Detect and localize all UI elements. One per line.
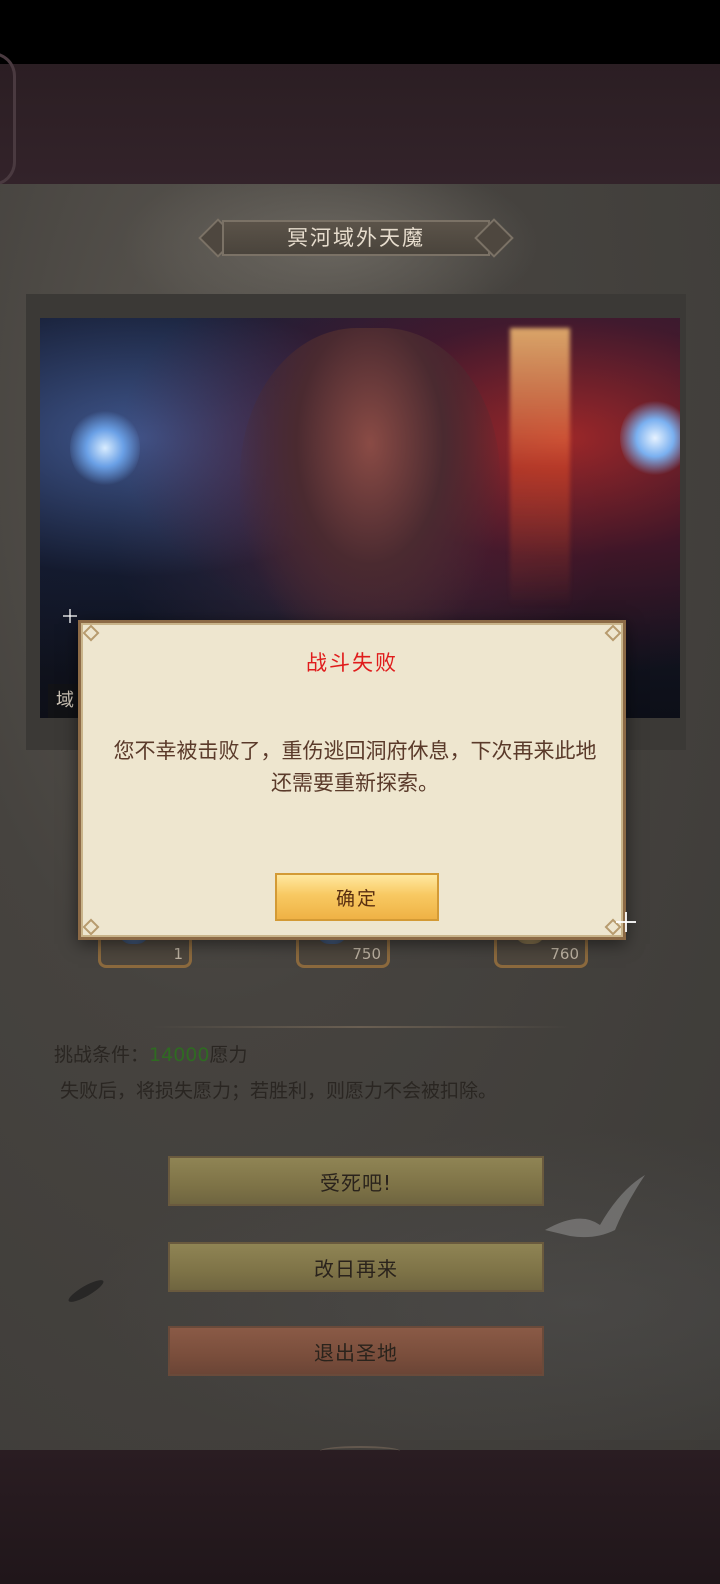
blue-flame-left [70, 408, 140, 488]
left-frame-ornament [0, 52, 16, 186]
blue-flame-right [620, 398, 680, 478]
demon-figure [240, 328, 500, 658]
come-back-later-button[interactable]: 改日再来 [168, 1242, 544, 1292]
top-header-band [0, 64, 720, 184]
red-lightning [510, 328, 570, 608]
reward-qty: 750 [352, 945, 381, 963]
condition-label: 挑战条件： [54, 1044, 150, 1066]
section-divider [150, 1026, 570, 1028]
status-bar-area [0, 0, 720, 64]
page-title: 冥河域外天魔 [287, 226, 425, 250]
dialog-title: 战斗失败 [306, 651, 398, 675]
reward-qty: 1 [173, 945, 183, 963]
dialog-corner [604, 624, 622, 642]
challenge-condition: 挑战条件：14000愿力 [54, 1040, 247, 1067]
sparkle-icon [63, 609, 77, 623]
battle-result-dialog: 战斗失败 您不幸被击败了，重伤逃回洞府休息，下次再来此地还需要重新探索。 确定 [78, 620, 626, 940]
dialog-corner [82, 918, 100, 936]
title-plaque: 冥河域外天魔 [196, 216, 516, 260]
exit-holy-land-button[interactable]: 退出圣地 [168, 1326, 544, 1376]
dialog-corner [82, 624, 100, 642]
reward-qty: 760 [550, 945, 579, 963]
confirm-button[interactable]: 确定 [275, 873, 439, 921]
condition-value: 14000 [149, 1044, 210, 1066]
bottom-footer-band [0, 1450, 720, 1584]
fight-button[interactable]: 受死吧! [168, 1156, 544, 1206]
crane-decoration [545, 1175, 645, 1238]
sparkle-icon [616, 912, 636, 932]
challenge-note: 失败后，将损失愿力；若胜利，则愿力不会被扣除。 [60, 1080, 498, 1102]
footer-ornament [320, 1446, 400, 1456]
condition-unit: 愿力 [209, 1044, 248, 1066]
dialog-message: 您不幸被击败了，重伤逃回洞府休息，下次再来此地还需要重新探索。 [113, 739, 597, 795]
